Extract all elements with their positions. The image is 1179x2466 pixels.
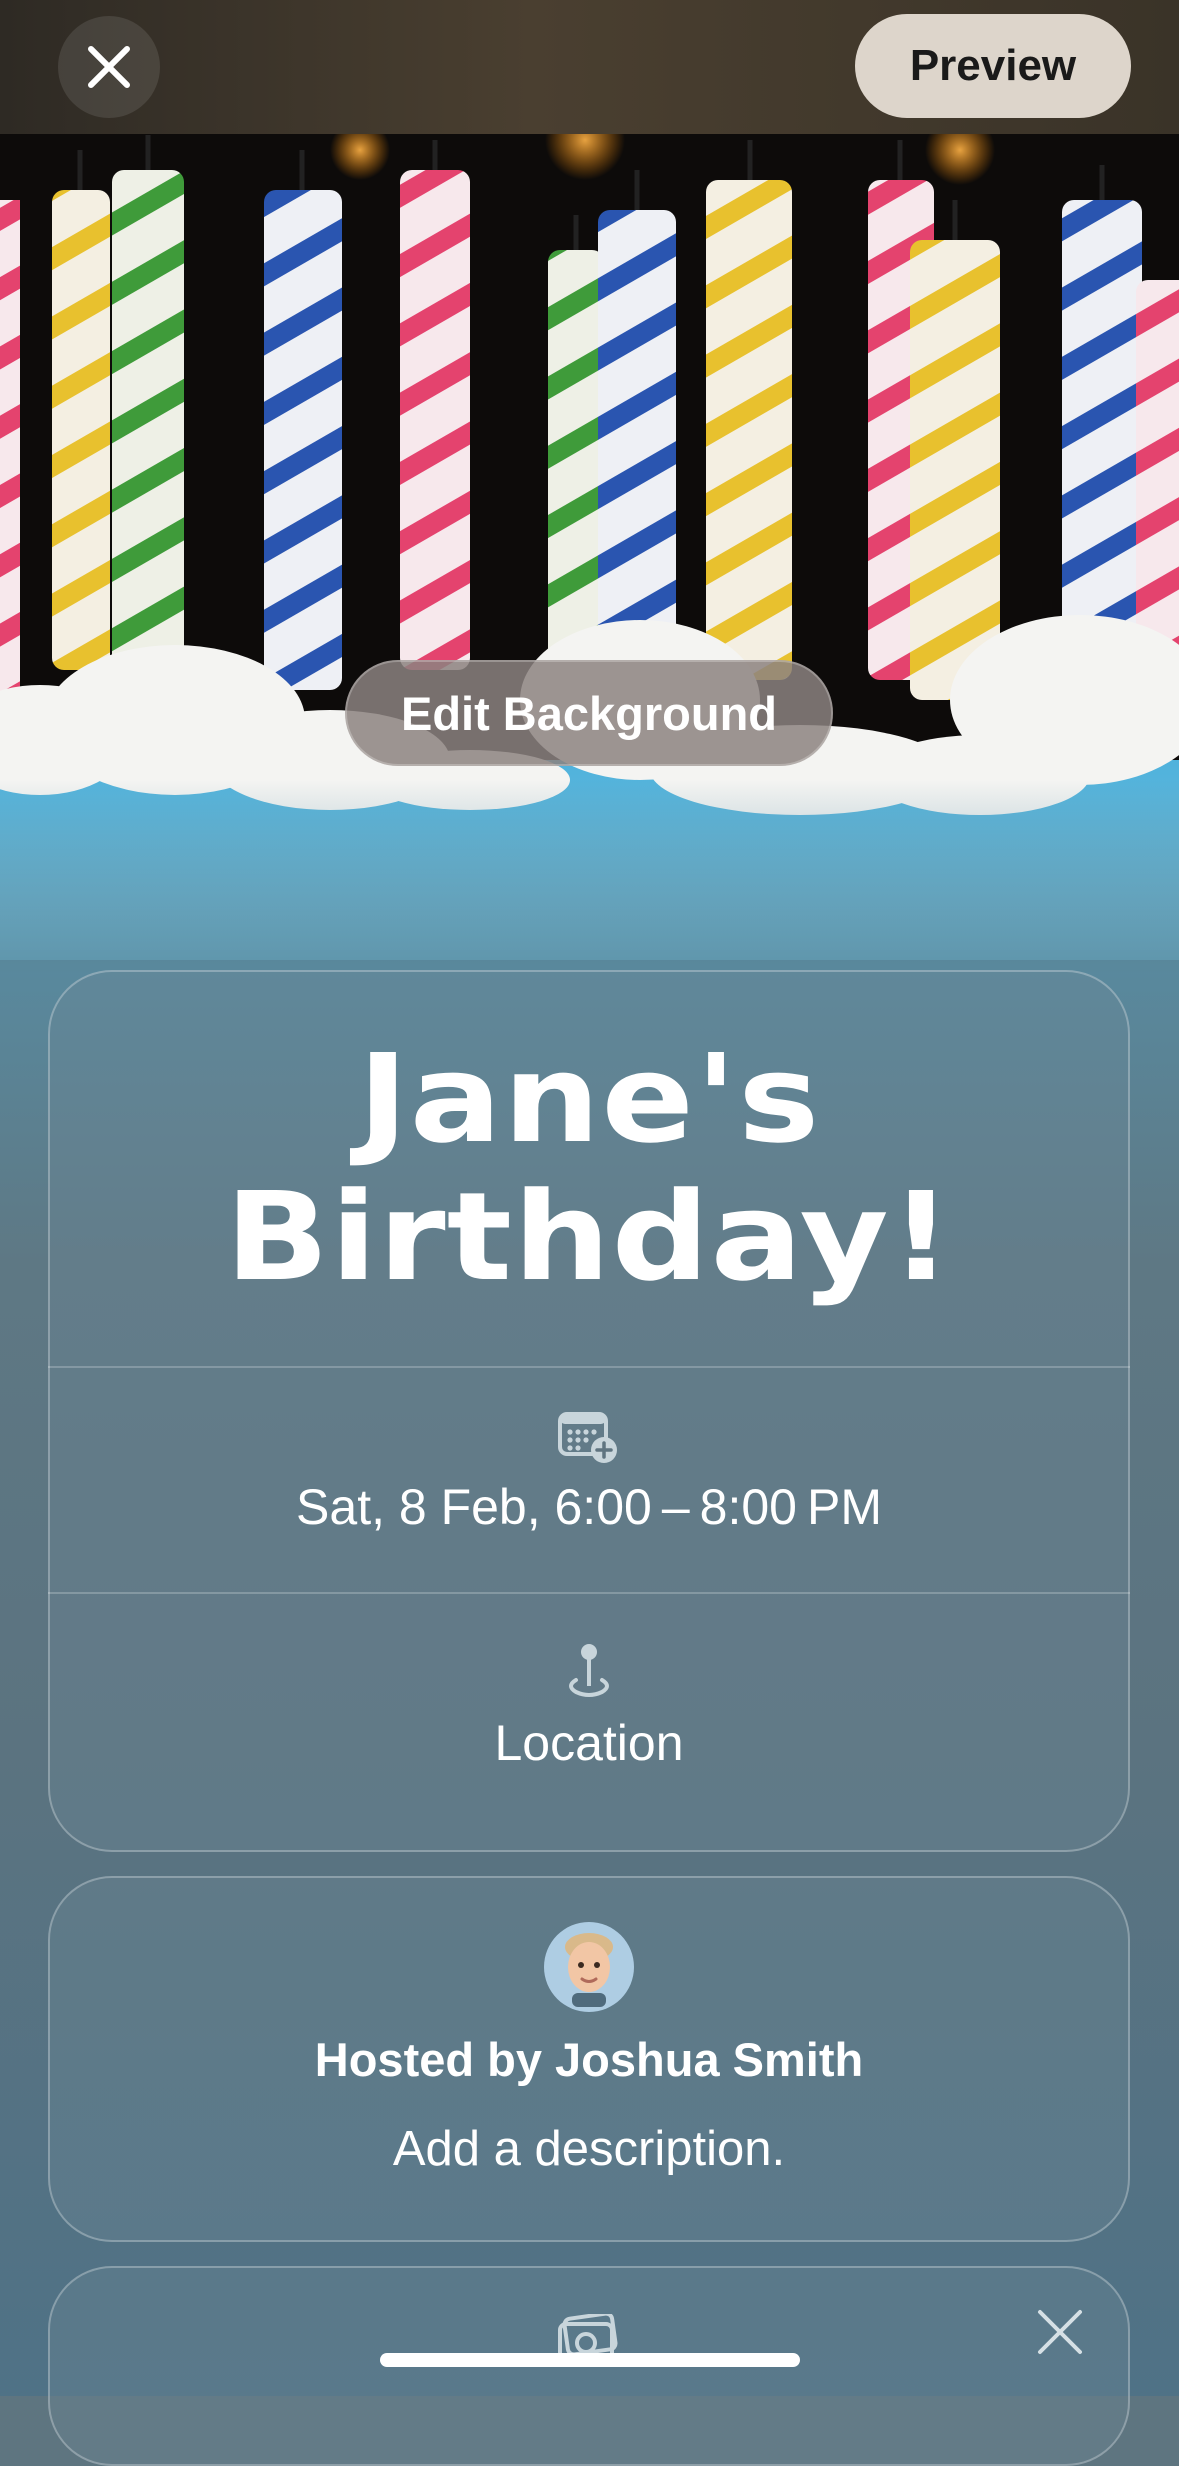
top-bar: Preview [0, 0, 1179, 134]
event-title[interactable]: Jane's Birthday! [48, 970, 1130, 1366]
close-icon[interactable] [1032, 2304, 1088, 2360]
edit-background-button[interactable]: Edit Background [345, 660, 833, 766]
divider [48, 1592, 1130, 1594]
location-pin-icon [569, 1644, 609, 1697]
close-button[interactable] [58, 16, 160, 118]
preview-button[interactable]: Preview [855, 14, 1131, 118]
home-indicator [380, 2353, 800, 2367]
event-title-line2: Birthday! [224, 1166, 954, 1308]
host-card: Hosted by Joshua Smith Add a description… [48, 1876, 1130, 2242]
host-row[interactable]: Hosted by Joshua Smith Add a description… [48, 1922, 1130, 2177]
close-icon [88, 46, 130, 88]
memoji-avatar [565, 1933, 613, 2007]
calendar-add-icon [558, 1412, 617, 1463]
date-time-row[interactable]: Sat, 8 Feb, 6:00 – 8:00 PM [48, 1410, 1130, 1536]
event-title-line1: Jane's [357, 1028, 821, 1170]
event-details-card: Jane's Birthday! Sat, 8 Feb, 6:00 – 8:00… [48, 970, 1130, 1852]
description-placeholder[interactable]: Add a description. [393, 2121, 785, 2177]
host-avatar [544, 1922, 634, 2012]
event-date-time: Sat, 8 Feb, 6:00 – 8:00 PM [296, 1479, 882, 1535]
location-row[interactable]: Location [48, 1642, 1130, 1772]
divider [48, 1366, 1130, 1368]
host-name: Hosted by Joshua Smith [314, 2033, 864, 2086]
location-label: Location [494, 1715, 684, 1771]
